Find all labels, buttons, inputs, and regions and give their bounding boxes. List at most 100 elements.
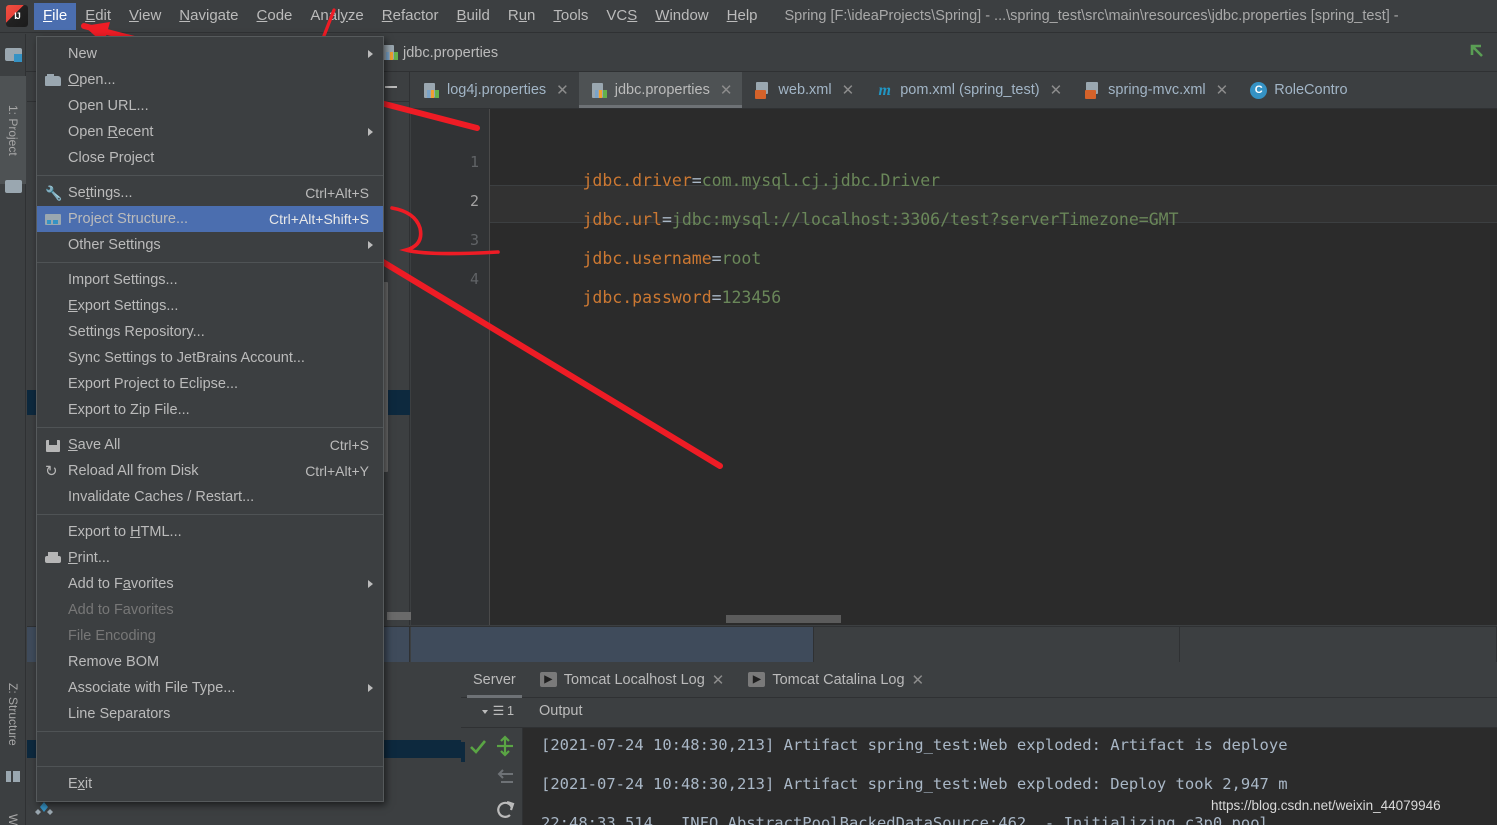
- menu-item-label: Open Recent: [68, 124, 154, 140]
- editor-tab-rolecontroller[interactable]: C RoleContro: [1238, 72, 1357, 108]
- menu-run[interactable]: Run: [499, 3, 545, 30]
- close-icon[interactable]: ✕: [912, 671, 925, 689]
- menu-item-make-file-read-only[interactable]: Line Separators: [37, 701, 383, 727]
- menu-analyze[interactable]: Analyze: [301, 3, 372, 30]
- restart-icon[interactable]: [493, 798, 517, 822]
- sidebar-item-project[interactable]: 1: Project: [0, 76, 26, 184]
- reload-icon: ↻: [45, 463, 58, 480]
- menu-file[interactable]: File: [34, 2, 77, 30]
- log-level-filter[interactable]: ☰ 1: [482, 703, 514, 719]
- menu-item-project-structure[interactable]: Project Structure... Ctrl+Alt+Shift+S: [37, 206, 383, 232]
- close-icon[interactable]: ✕: [1050, 81, 1063, 99]
- menu-item-line-separators[interactable]: Associate with File Type...: [37, 675, 383, 701]
- menu-item-export-to-html[interactable]: Export to HTML...: [37, 519, 383, 545]
- menu-separator: [37, 262, 383, 263]
- menu-item-open-recent[interactable]: Open Recent: [37, 119, 383, 145]
- menu-item-label: Open URL...: [68, 98, 149, 114]
- editor-tab-spring-mvc-xml[interactable]: spring-mvc.xml ✕: [1072, 72, 1238, 108]
- menu-item-new[interactable]: New: [37, 41, 383, 67]
- run-tab-server[interactable]: Server: [461, 662, 528, 698]
- run-sub-toolbar: ☰ 1 Output: [461, 698, 1497, 728]
- submenu-arrow-icon: [368, 241, 373, 249]
- sidebar-item-structure[interactable]: Z: Structure: [0, 659, 26, 769]
- menu-item-label: Close Project: [68, 150, 155, 166]
- wrench-icon: 🔧: [45, 185, 63, 201]
- file-menu-popup[interactable]: New Open... Open URL... Open Recent Clos…: [36, 36, 384, 802]
- menu-view[interactable]: View: [120, 3, 170, 30]
- menu-edit[interactable]: Edit: [76, 3, 120, 30]
- menu-item-shortcut: Ctrl+Alt+S: [305, 185, 369, 201]
- sidebar-item-web[interactable]: Web: [0, 796, 26, 825]
- menu-item-reload-all-from-disk[interactable]: ↻ Reload All from Disk Ctrl+Alt+Y: [37, 458, 383, 484]
- menu-item-power-save-mode[interactable]: [37, 736, 383, 762]
- jump-to-source-icon[interactable]: [1465, 40, 1487, 62]
- run-tab-tomcat-catalina-log[interactable]: ▶ Tomcat Catalina Log ✕: [736, 662, 936, 698]
- editor-tab-log4j-properties[interactable]: log4j.properties ✕: [411, 72, 579, 108]
- menu-item-open[interactable]: Open...: [37, 67, 383, 93]
- menu-refactor[interactable]: Refactor: [373, 3, 448, 30]
- close-icon[interactable]: ✕: [842, 81, 855, 99]
- menu-item-export-project-eclipse[interactable]: Export Project to Eclipse...: [37, 371, 383, 397]
- editor-area: log4j.properties ✕ jdbc.properties ✕ web…: [411, 72, 1497, 625]
- menu-navigate[interactable]: Navigate: [170, 3, 247, 30]
- console-line: [2021-07-24 10:48:30,213] Artifact sprin…: [541, 775, 1288, 793]
- close-icon[interactable]: ✕: [1216, 81, 1229, 99]
- run-tab-tomcat-localhost-log[interactable]: ▶ Tomcat Localhost Log ✕: [528, 662, 737, 698]
- menu-item-label: Associate with File Type...: [68, 680, 236, 696]
- code-editor[interactable]: 1 2 3 4 jdbc.driver=com.mysql.cj.jdbc.Dr…: [411, 109, 1497, 625]
- menu-item-label: Import Settings...: [68, 272, 178, 288]
- menu-item-print[interactable]: Print...: [37, 545, 383, 571]
- menu-help[interactable]: Help: [718, 3, 767, 30]
- menu-item-label: Export to HTML...: [68, 524, 182, 540]
- menu-item-settings-repository[interactable]: Settings Repository...: [37, 319, 383, 345]
- menu-code[interactable]: Code: [248, 3, 302, 30]
- window-title: Spring [F:\ideaProjects\Spring] - ...\sp…: [784, 8, 1399, 24]
- menu-item-label: Project Structure...: [68, 211, 189, 227]
- close-icon[interactable]: ✕: [556, 81, 569, 99]
- line-number: 2: [469, 192, 479, 210]
- menu-item-file-encoding: Add to Favorites: [37, 597, 383, 623]
- property-value: jdbc:mysql://localhost:3306/test?serverT…: [671, 210, 1179, 229]
- folder-open-icon: [45, 72, 62, 89]
- menu-item-settings[interactable]: 🔧 Settings... Ctrl+Alt+S: [37, 180, 383, 206]
- menu-vcs[interactable]: VCS: [597, 3, 646, 30]
- editor-tab-pom-xml[interactable]: m pom.xml (spring_test) ✕: [864, 72, 1072, 108]
- divider-segment: [815, 627, 1180, 663]
- chevron-down-icon: [482, 710, 488, 714]
- menu-item-export-settings[interactable]: Export Settings...: [37, 293, 383, 319]
- menu-item-save-all[interactable]: Save All Ctrl+S: [37, 432, 383, 458]
- property-value: 123456: [721, 288, 782, 307]
- scroll-to-end-icon[interactable]: [493, 734, 517, 758]
- menu-item-add-to-favorites[interactable]: Add to Favorites: [37, 571, 383, 597]
- editor-gutter[interactable]: 1 2 3 4: [411, 109, 490, 625]
- close-icon[interactable]: ✕: [712, 671, 725, 689]
- java-class-icon: C: [1250, 81, 1268, 99]
- menu-item-open-url[interactable]: Open URL...: [37, 93, 383, 119]
- menu-item-sync-settings-jetbrains[interactable]: Sync Settings to JetBrains Account...: [37, 345, 383, 371]
- left-tool-strip: 1: Project Z: Structure Web: [0, 34, 26, 825]
- menu-build[interactable]: Build: [447, 3, 498, 30]
- menu-item-associate-with-file-type[interactable]: Remove BOM: [37, 649, 383, 675]
- editor-tab-web-xml[interactable]: web.xml ✕: [742, 72, 864, 108]
- hide-icon[interactable]: [382, 78, 400, 96]
- menu-item-invalidate-caches-restart[interactable]: Invalidate Caches / Restart...: [37, 484, 383, 510]
- menu-item-other-settings[interactable]: Other Settings: [37, 232, 383, 258]
- run-log-icon: ▶: [539, 672, 557, 687]
- editor-horizontal-scrollbar[interactable]: [726, 615, 841, 623]
- menu-item-exit[interactable]: Exit: [37, 771, 383, 797]
- editor-tab-jdbc-properties[interactable]: jdbc.properties ✕: [578, 72, 743, 108]
- menu-tools[interactable]: Tools: [544, 3, 597, 30]
- menu-item-label: Sync Settings to JetBrains Account...: [68, 350, 305, 366]
- menu-item-close-project[interactable]: Close Project: [37, 145, 383, 171]
- close-icon[interactable]: ✕: [720, 81, 733, 99]
- soft-wrap-icon[interactable]: [493, 766, 517, 790]
- property-key: jdbc.password: [582, 288, 712, 307]
- menu-item-label: Open...: [68, 72, 116, 88]
- menu-item-export-zip[interactable]: Export to Zip File...: [37, 397, 383, 423]
- menu-window[interactable]: Window: [646, 3, 717, 30]
- menu-item-import-settings[interactable]: Import Settings...: [37, 267, 383, 293]
- property-eq: =: [661, 210, 672, 229]
- menu-item-shortcut: Ctrl+Alt+Y: [305, 463, 369, 479]
- menu-item-label: Export Project to Eclipse...: [68, 376, 239, 392]
- breadcrumb-current-file[interactable]: jdbc.properties: [382, 44, 498, 61]
